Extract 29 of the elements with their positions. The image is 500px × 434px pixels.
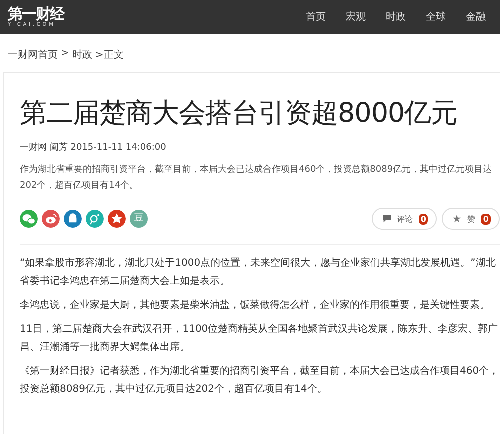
comment-icon: [382, 215, 391, 223]
count-badge: 0: [481, 214, 491, 224]
breadcrumb-link[interactable]: 一财网首页: [8, 48, 58, 72]
article-paragraph: 《第一财经日报》记者获悉，作为湖北省重要的招商引资平台，截至目前，本届大会已达成合作项目460个，投资总额8089亿元，其中过亿元项目达202个，超百亿项目有14个。: [20, 364, 500, 397]
article-paragraph: 11日，第二届楚商大会在武汉召开，1100位楚商精英从全国各地聚首武汉共论发展，陈东升、李彦宏、郭广昌、汪潮涌等一批商界大鳄集体出席。: [20, 322, 500, 355]
breadcrumb-link[interactable]: 时政: [72, 48, 92, 72]
nav-link[interactable]: 首页: [306, 10, 326, 24]
nav-link[interactable]: 金融: [466, 10, 486, 24]
count-badge: 0: [418, 214, 428, 224]
nav-link[interactable]: 全球: [426, 10, 446, 24]
article-summary: 作为湖北省重要的招商引资平台，截至目前，本届大会已达成合作项目460个，投资总额8089亿元，其中过亿元项目达202个，超百亿项目有14个。: [20, 164, 494, 193]
article-meta: 一财网 阖芳 2015-11-11 14:06:00: [20, 142, 168, 154]
star-icon: [453, 215, 462, 223]
breadcrumb-separator: >: [61, 48, 70, 61]
wechat-share-icon[interactable]: [20, 210, 38, 228]
weibo-share-icon[interactable]: [42, 210, 60, 228]
nav-link[interactable]: 时政: [386, 10, 406, 24]
action-label: 评论: [396, 214, 413, 224]
moments-share-icon[interactable]: [86, 210, 104, 228]
article-paragraph: “如果拿股市形容湖北，湖北只处于1000点的位置，未来空间很大，愿与企业家们共享湖北发展机遇。”湖北省委书记李鸿忠在第二届楚商大会上如是表示。: [20, 256, 497, 289]
article-paragraph: 李鸿忠说，企业家是大厨，其他要素是柴米油盐，饭菜做得怎么样，企业家的作用很重要，是关键性要素。: [20, 298, 491, 313]
comment-button[interactable]: 评论 0: [372, 208, 438, 230]
like-button[interactable]: 赞 0: [442, 208, 500, 230]
qzone-share-icon[interactable]: [108, 210, 126, 228]
nav-link[interactable]: 宏观: [346, 10, 366, 24]
article-title: 第二届楚商大会搭台引资超8000亿元: [20, 97, 459, 131]
action-label: 赞: [467, 214, 476, 224]
qq-share-icon[interactable]: [64, 210, 82, 228]
breadcrumb-separator: >正文: [95, 48, 124, 63]
